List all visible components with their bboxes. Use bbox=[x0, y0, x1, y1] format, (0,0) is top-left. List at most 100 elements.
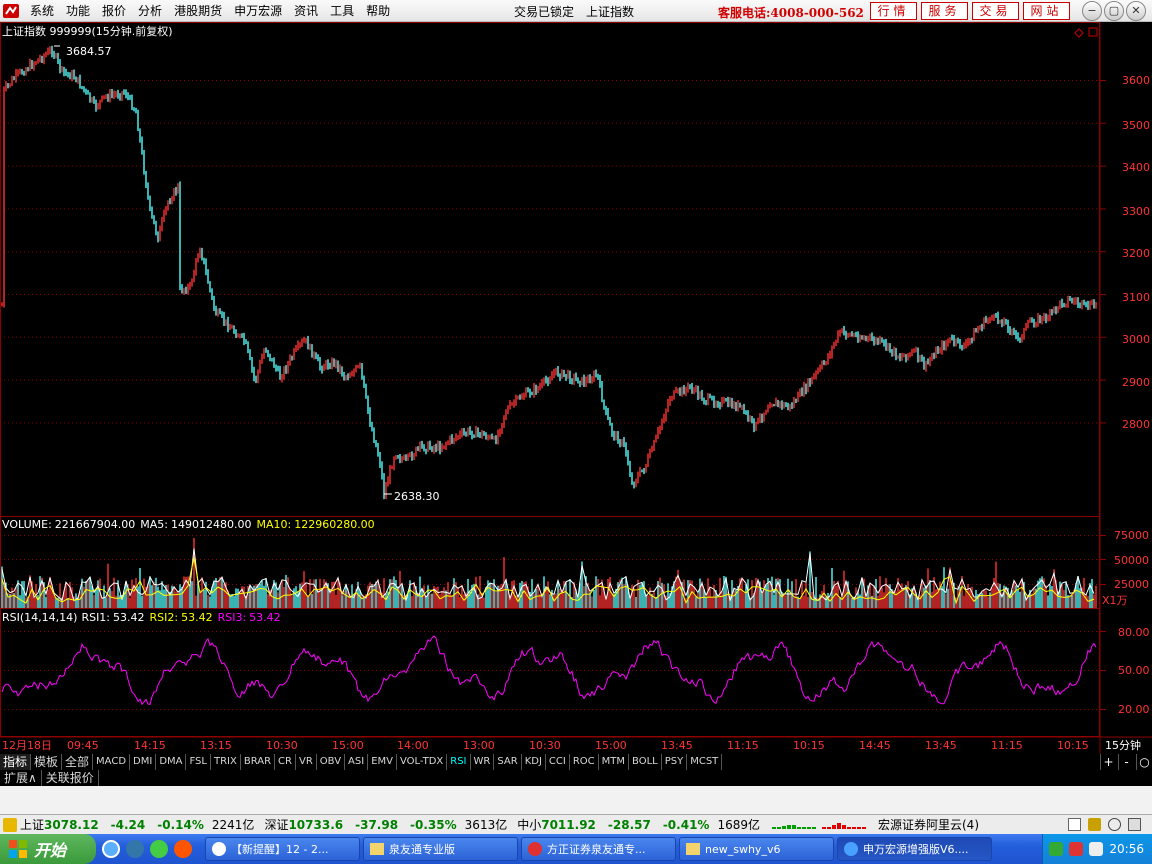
volume-bar bbox=[723, 576, 725, 608]
tab-brar[interactable]: BRAR bbox=[241, 754, 276, 770]
taskbar-item-reminder[interactable]: 【新提醒】12 - 2... bbox=[205, 837, 360, 861]
trade-lock-status[interactable]: 交易已锁定 bbox=[514, 3, 574, 20]
tab-trix[interactable]: TRIX bbox=[211, 754, 241, 770]
website-button[interactable]: 网站 bbox=[1023, 2, 1070, 20]
volume-bar bbox=[923, 587, 925, 608]
tray-app-icon[interactable] bbox=[1069, 842, 1084, 856]
volume-bar bbox=[195, 595, 197, 608]
broker-server[interactable]: 宏源证券阿里云(4) bbox=[878, 816, 979, 833]
volume-bar bbox=[11, 587, 13, 608]
menu-system[interactable]: 系统 bbox=[24, 2, 60, 19]
tab-roc[interactable]: ROC bbox=[570, 754, 599, 770]
volume-bar bbox=[189, 584, 191, 608]
tab-sar[interactable]: SAR bbox=[494, 754, 522, 770]
menu-help[interactable]: 帮助 bbox=[360, 2, 396, 19]
taskbar-item-founder[interactable]: 方正证券泉友通专... bbox=[521, 837, 676, 861]
green-app-icon[interactable] bbox=[150, 840, 168, 858]
volume-bar bbox=[803, 595, 805, 608]
rsi-tick: 50.00 bbox=[1118, 664, 1150, 677]
menu-analysis[interactable]: 分析 bbox=[132, 2, 168, 19]
menu-function[interactable]: 功能 bbox=[60, 2, 96, 19]
volume-bar bbox=[589, 592, 591, 608]
price-tick: 3400 bbox=[1122, 161, 1150, 174]
tab-psy[interactable]: PSY bbox=[662, 754, 688, 770]
menu-quote[interactable]: 报价 bbox=[96, 2, 132, 19]
lock-icon[interactable] bbox=[1128, 818, 1141, 831]
tab-cci[interactable]: CCI bbox=[546, 754, 570, 770]
headset-icon[interactable] bbox=[1108, 818, 1121, 831]
tab-macd[interactable]: MACD bbox=[93, 754, 131, 770]
tab-dmi[interactable]: DMI bbox=[130, 754, 157, 770]
volume-bar bbox=[965, 591, 967, 608]
volume-bar bbox=[877, 595, 879, 608]
minimize-icon[interactable]: − bbox=[1082, 1, 1102, 21]
price-axis: 3600 3500 3400 3300 3200 3100 3000 2900 … bbox=[1122, 74, 1150, 431]
menu-tools[interactable]: 工具 bbox=[324, 2, 360, 19]
sz-amount: 3613亿 bbox=[464, 818, 508, 832]
volume-bar bbox=[743, 592, 745, 608]
tab-vr[interactable]: VR bbox=[296, 754, 317, 770]
orange-app-icon[interactable] bbox=[174, 840, 192, 858]
tab-boll[interactable]: BOLL bbox=[629, 754, 662, 770]
tab-indicator[interactable]: 指标 bbox=[0, 754, 32, 770]
volume-bar bbox=[423, 585, 425, 608]
price-tick: 3600 bbox=[1122, 74, 1150, 87]
volume-bar bbox=[325, 581, 327, 608]
add-panel-button[interactable]: + bbox=[1100, 754, 1116, 770]
pin-icon[interactable] bbox=[1088, 818, 1101, 831]
time-tick: 09:45 bbox=[67, 739, 99, 752]
tab-expand[interactable]: 扩展∧ bbox=[0, 770, 42, 786]
tab-mtm[interactable]: MTM bbox=[599, 754, 630, 770]
tab-mcst[interactable]: MCST bbox=[687, 754, 723, 770]
sz-label: 深证 bbox=[264, 818, 289, 832]
tab-kdj[interactable]: KDJ bbox=[522, 754, 546, 770]
chart-corner-icons[interactable] bbox=[1074, 27, 1098, 38]
volume-bar bbox=[213, 580, 215, 608]
tab-fsl[interactable]: FSL bbox=[186, 754, 211, 770]
market-button[interactable]: 行情 bbox=[870, 2, 917, 20]
volume-bar bbox=[137, 586, 139, 608]
time-tick: 15:00 bbox=[595, 739, 627, 752]
hotline-text: 客服电话:4008-000-562 bbox=[718, 6, 864, 20]
chart-canvas[interactable]: 上证指数 999999(15分钟.前复权) 3600 3500 3400 330… bbox=[0, 22, 1152, 754]
tab-related-quotes[interactable]: 关联报价 bbox=[42, 770, 99, 786]
close-icon[interactable]: ✕ bbox=[1126, 1, 1146, 21]
volume-bar bbox=[303, 571, 305, 608]
chart-title: 上证指数 999999(15分钟.前复权) bbox=[2, 24, 173, 38]
taskbar-item-quanyoutong[interactable]: 泉友通专业版 bbox=[363, 837, 518, 861]
browser-icon[interactable] bbox=[126, 840, 144, 858]
taskbar-item-swhy-app[interactable]: 申万宏源增强版V6.... bbox=[837, 837, 992, 861]
taskbar-item-swhy-folder[interactable]: new_swhy_v6 bbox=[679, 837, 834, 861]
panel-option-button[interactable]: ○ bbox=[1136, 754, 1152, 770]
tab-rsi[interactable]: RSI bbox=[447, 754, 471, 770]
service-button[interactable]: 服务 bbox=[921, 2, 968, 20]
tab-template[interactable]: 模板 bbox=[31, 754, 63, 770]
start-button[interactable]: 开始 bbox=[0, 834, 96, 864]
start-label: 开始 bbox=[34, 841, 67, 860]
tab-dma[interactable]: DMA bbox=[156, 754, 187, 770]
restore-icon[interactable]: ▢ bbox=[1104, 1, 1124, 21]
volume-bar bbox=[203, 589, 205, 608]
tab-emv[interactable]: EMV bbox=[368, 754, 397, 770]
tray-network-icon[interactable] bbox=[1049, 842, 1064, 856]
time-axis: 12月18日 09:45 14:15 13:15 10:30 15:00 14:… bbox=[2, 739, 1089, 752]
menu-news[interactable]: 资讯 bbox=[288, 2, 324, 19]
sz-change: -37.98 bbox=[355, 817, 399, 832]
tab-all[interactable]: 全部 bbox=[62, 754, 94, 770]
tab-asi[interactable]: ASI bbox=[345, 754, 369, 770]
tab-obv[interactable]: OBV bbox=[317, 754, 346, 770]
menu-swhy[interactable]: 申万宏源 bbox=[228, 2, 288, 19]
menu-hk-futures[interactable]: 港股期货 bbox=[168, 2, 228, 19]
window-icon[interactable] bbox=[1068, 818, 1081, 831]
ie-icon[interactable] bbox=[102, 840, 120, 858]
volume-bar bbox=[375, 581, 377, 608]
tray-speaker-icon[interactable] bbox=[1089, 842, 1104, 856]
tab-cr[interactable]: CR bbox=[275, 754, 296, 770]
chart-area[interactable]: 上证指数 999999(15分钟.前复权) 3600 3500 3400 330… bbox=[0, 22, 1152, 754]
remove-panel-button[interactable]: - bbox=[1118, 754, 1134, 770]
tab-vol-tdx[interactable]: VOL-TDX bbox=[397, 754, 448, 770]
tab-wr[interactable]: WR bbox=[471, 754, 495, 770]
period-selector[interactable]: 15分钟 bbox=[1105, 738, 1141, 752]
trade-button[interactable]: 交易 bbox=[972, 2, 1019, 20]
folder-icon bbox=[370, 843, 384, 855]
